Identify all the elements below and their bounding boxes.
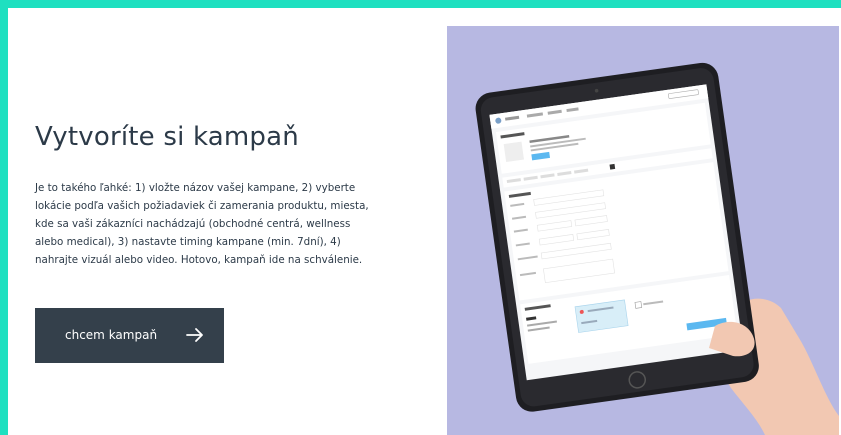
hero-image-tablet <box>447 26 839 435</box>
arrow-right-icon <box>185 325 205 348</box>
tablet-illustration <box>475 62 759 412</box>
section-heading: Vytvoríte si kampaň <box>35 122 299 152</box>
create-campaign-button[interactable]: chcem kampaň <box>35 308 224 363</box>
create-campaign-label: chcem kampaň <box>65 328 158 342</box>
page-frame: Vytvoríte si kampaň Je to takého ľahké: … <box>8 8 841 435</box>
section-description: Je to takého ľahké: 1) vložte názov vaše… <box>35 182 369 266</box>
